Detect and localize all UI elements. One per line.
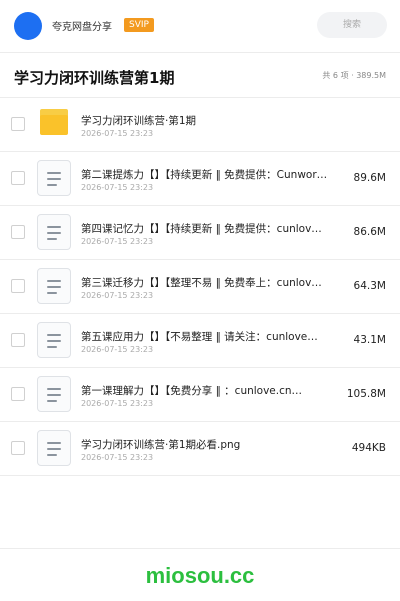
file-list: 学习力闭环训练营·第1期 2026-07-15 23:23 第二课提炼力【】【持… xyxy=(0,98,400,476)
file-name: 学习力闭环训练营·第1期 xyxy=(81,115,197,127)
select-checkbox[interactable] xyxy=(11,441,25,455)
search-input[interactable]: 搜索 xyxy=(317,12,387,38)
select-checkbox[interactable] xyxy=(11,279,25,293)
document-icon xyxy=(37,214,71,250)
file-date: 2026-07-15 23:23 xyxy=(81,183,154,192)
file-size: 494KB xyxy=(351,442,386,454)
file-date: 2026-07-15 23:23 xyxy=(81,129,154,138)
document-icon xyxy=(37,376,71,412)
file-date: 2026-07-15 23:23 xyxy=(81,291,154,300)
list-item[interactable]: 第四课记忆力【】【持续更新 ‖ 免费提供：cunlov… 2026-07-15 … xyxy=(0,206,400,260)
select-checkbox[interactable] xyxy=(11,333,25,347)
list-item[interactable]: 学习力闭环训练营·第1期 2026-07-15 23:23 xyxy=(0,98,400,152)
site-brand[interactable]: miosou.cc xyxy=(0,563,400,589)
list-item[interactable]: 第五课应用力【】【不易整理 ‖ 请关注：cunlove… 2026-07-15 … xyxy=(0,314,400,368)
file-name: 第二课提炼力【】【持续更新 ‖ 免费提供：Cunwor… xyxy=(81,169,328,181)
file-name: 第三课迁移力【】【整理不易 ‖ 免费奉上：cunlov… xyxy=(81,277,322,289)
file-name: 第一课理解力【】【免费分享 ‖ ：cunlove.cn… xyxy=(81,385,303,397)
select-checkbox[interactable] xyxy=(11,387,25,401)
list-item[interactable]: 第三课迁移力【】【整理不易 ‖ 免费奉上：cunlov… 2026-07-15 … xyxy=(0,260,400,314)
file-date: 2026-07-15 23:23 xyxy=(81,453,154,462)
folder-title-bar: 学习力闭环训练营第1期 共 6 项 · 389.5M xyxy=(0,53,400,98)
file-size: 64.3M xyxy=(353,280,386,292)
document-icon xyxy=(37,430,71,466)
file-date: 2026-07-15 23:23 xyxy=(81,237,154,246)
avatar[interactable] xyxy=(14,12,42,40)
top-bar: 夸克网盘分享 SVIP 搜索 xyxy=(0,0,400,53)
list-item[interactable]: 第一课理解力【】【免费分享 ‖ ：cunlove.cn… 2026-07-15 … xyxy=(0,368,400,422)
page-title: 学习力闭环训练营第1期 xyxy=(14,69,175,87)
file-date: 2026-07-15 23:23 xyxy=(81,345,154,354)
list-item[interactable]: 第二课提炼力【】【持续更新 ‖ 免费提供：Cunwor… 2026-07-15 … xyxy=(0,152,400,206)
footer: miosou.cc xyxy=(0,548,400,601)
select-checkbox[interactable] xyxy=(11,171,25,185)
file-size: 43.1M xyxy=(353,334,386,346)
folder-icon xyxy=(40,109,68,135)
folder-summary: 共 6 项 · 389.5M xyxy=(322,71,386,80)
file-size: 105.8M xyxy=(346,388,386,400)
file-name: 学习力闭环训练营·第1期必看.png xyxy=(81,439,241,451)
username: 夸克网盘分享 xyxy=(52,22,112,33)
document-icon xyxy=(37,160,71,196)
file-date: 2026-07-15 23:23 xyxy=(81,399,154,408)
file-name: 第五课应用力【】【不易整理 ‖ 请关注：cunlove… xyxy=(81,331,318,343)
document-icon xyxy=(37,268,71,304)
document-icon xyxy=(37,322,71,358)
svip-badge: SVIP xyxy=(124,18,154,32)
list-item[interactable]: 学习力闭环训练营·第1期必看.png 2026-07-15 23:23 494K… xyxy=(0,422,400,476)
select-checkbox[interactable] xyxy=(11,225,25,239)
file-size: 86.6M xyxy=(353,226,386,238)
file-name: 第四课记忆力【】【持续更新 ‖ 免费提供：cunlov… xyxy=(81,223,322,235)
select-checkbox[interactable] xyxy=(11,117,25,131)
file-size: 89.6M xyxy=(353,172,386,184)
